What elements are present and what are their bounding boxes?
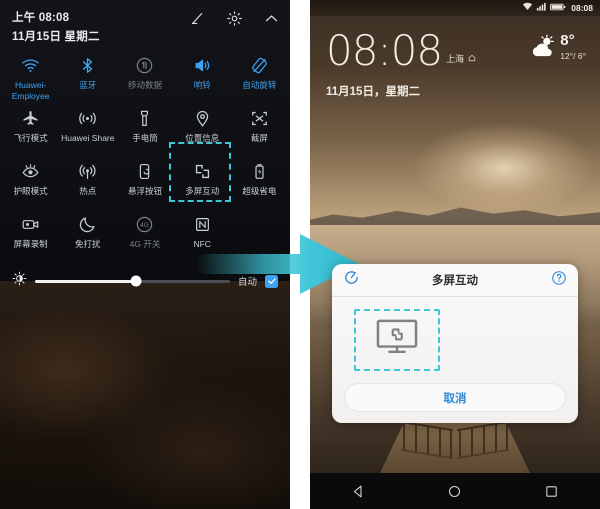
huawei-share-icon (78, 107, 97, 129)
brightness-sun-icon (12, 271, 27, 291)
quick-settings-grid: Huawei-Employee 蓝牙 移动数据 响铃 自动旋转 飞行模式 Hua… (0, 46, 290, 262)
railing-left (401, 420, 453, 459)
status-bar-time: 08:08 (571, 3, 593, 13)
qs-tile-ultra-power-saving[interactable]: 超级省电 (231, 156, 288, 209)
qs-tile-4g-toggle[interactable]: 4G 4G 开关 (116, 209, 173, 262)
flashlight-icon (135, 107, 154, 129)
airplane-icon (21, 107, 40, 129)
shade-header: 上午 08:08 11月15日 星期二 (0, 0, 290, 46)
battery-icon (550, 0, 566, 17)
weather-widget[interactable]: 8° 12°/ 6° (529, 32, 586, 65)
qs-label: 悬浮按钮 (127, 186, 162, 196)
qs-label: 屏幕录制 (13, 239, 48, 249)
navigation-bar (310, 473, 600, 509)
qs-label: 手电筒 (132, 133, 158, 143)
qs-tile-bluetooth[interactable]: 蓝牙 (59, 50, 116, 103)
clock-date: 11月15日，星期二 (326, 86, 420, 98)
qs-label: 截屏 (250, 133, 268, 143)
dialog-footer: 取消 (332, 383, 578, 423)
svg-text:4G: 4G (141, 222, 150, 229)
qs-tile-location[interactable]: 位置信息 (174, 103, 231, 156)
qs-tile-airplane-mode[interactable]: 飞行模式 (2, 103, 59, 156)
qs-tile-floating-button[interactable]: 悬浮按钮 (116, 156, 173, 209)
qs-label: 飞行模式 (13, 133, 48, 143)
chevron-up-icon[interactable] (263, 10, 280, 27)
location-pin-icon (193, 107, 212, 129)
brightness-slider-knob[interactable] (130, 275, 142, 287)
status-bar: 08:08 (310, 0, 600, 16)
shade-header-actions (189, 10, 280, 27)
multi-screen-cast-icon (193, 160, 212, 182)
qs-label: 4G 开关 (129, 239, 161, 249)
qs-tile-screen-record[interactable]: 屏幕录制 (2, 209, 59, 262)
clock-city: 上海 (446, 54, 465, 64)
qs-tile-flashlight[interactable]: 手电筒 (116, 103, 173, 156)
weather-range: 12°/ 6° (560, 51, 586, 61)
qs-tile-ringer[interactable]: 响铃 (174, 50, 231, 103)
qs-label: 响铃 (193, 80, 211, 90)
sun-behind-cloud-icon (529, 34, 557, 65)
cast-target-selection-box[interactable] (354, 309, 440, 371)
wifi-icon (21, 54, 40, 76)
home-outline-icon (468, 54, 476, 72)
qs-label: Huawei Share (61, 133, 115, 143)
nav-back-icon[interactable] (333, 473, 383, 509)
edit-icon[interactable] (189, 10, 206, 27)
auto-rotate-icon (250, 54, 269, 76)
dialog-body (332, 297, 578, 383)
wallpaper-sun-glow (414, 122, 595, 213)
qs-tile-auto-rotate[interactable]: 自动旋转 (231, 50, 288, 103)
qs-tile-eye-comfort[interactable]: 护眼模式 (2, 156, 59, 209)
qs-tile-multi-screen[interactable]: 多屏互动 (174, 156, 231, 209)
wifi-icon (522, 0, 533, 17)
qs-tile-huawei-share[interactable]: Huawei Share (59, 103, 116, 156)
qs-label: 位置信息 (185, 133, 220, 143)
qs-label: 免打扰 (75, 239, 101, 249)
screenshot-stage: 上午 08:08 11月15日 星期二 Huawei-Employee 蓝牙 移… (0, 0, 600, 509)
qs-label: 超级省电 (242, 186, 277, 196)
four-g-icon: 4G (135, 213, 154, 235)
signal-icon (536, 0, 547, 17)
nav-home-icon[interactable] (430, 473, 480, 509)
qs-label: 热点 (79, 186, 97, 196)
qs-tile-do-not-disturb[interactable]: 免打扰 (59, 209, 116, 262)
qs-label: 自动旋转 (242, 80, 277, 90)
hotspot-icon (78, 160, 97, 182)
nav-recents-icon[interactable] (527, 473, 577, 509)
monitor-cast-icon (374, 318, 420, 363)
do-not-disturb-moon-icon (78, 213, 97, 235)
mobile-data-icon (135, 54, 154, 76)
qs-label: 移动数据 (127, 80, 162, 90)
cancel-button[interactable]: 取消 (344, 383, 566, 412)
qs-tile-screenshot[interactable]: 截屏 (231, 103, 288, 156)
floating-button-icon (135, 160, 154, 182)
qs-label: 蓝牙 (79, 80, 97, 90)
qs-tile-hotspot[interactable]: 热点 (59, 156, 116, 209)
qs-tile-mobile-data[interactable]: 移动数据 (116, 50, 173, 103)
screen-record-icon (21, 213, 40, 235)
qs-tile-wifi[interactable]: Huawei-Employee (2, 50, 59, 103)
bluetooth-icon (78, 54, 97, 76)
screenshot-icon (250, 107, 269, 129)
clock-time: 08:08 (326, 26, 443, 75)
qs-label: 护眼模式 (13, 186, 48, 196)
ringer-icon (193, 54, 212, 76)
eye-comfort-icon (21, 160, 40, 182)
multi-screen-dialog: 多屏互动 取消 (332, 264, 578, 423)
dialog-header: 多屏互动 (332, 264, 578, 297)
shade-date: 11月15日 星期二 (12, 31, 100, 43)
railing-right (457, 420, 509, 459)
weather-temperature: 8° (560, 32, 575, 49)
qs-label: Huawei-Employee (11, 80, 50, 101)
settings-gear-icon[interactable] (226, 10, 243, 27)
clock-widget[interactable]: 08:08 上海 11月15日，星期二 (326, 30, 476, 99)
qs-label: 多屏互动 (185, 186, 220, 196)
dialog-title: 多屏互动 (432, 275, 478, 287)
ultra-power-saving-icon (250, 160, 269, 182)
